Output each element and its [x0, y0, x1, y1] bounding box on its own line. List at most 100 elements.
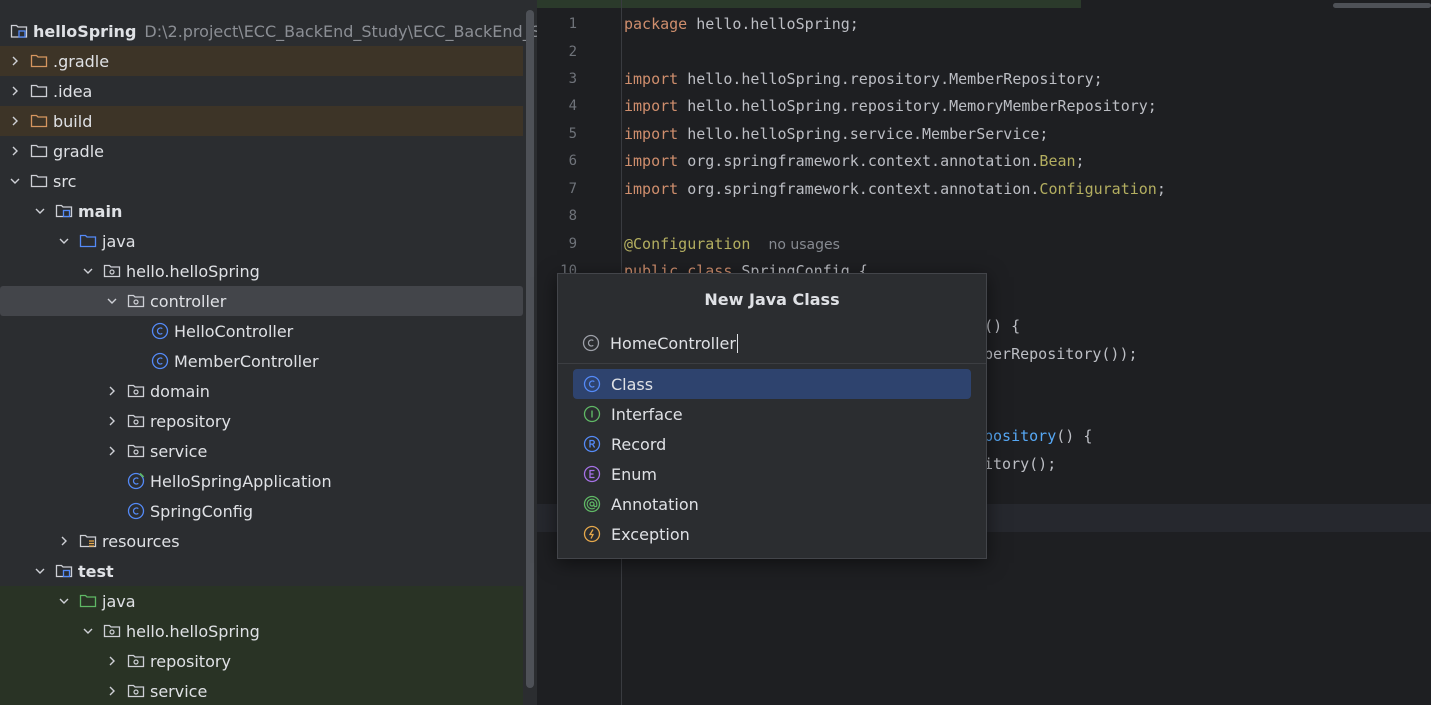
tree-item-idea[interactable]: .idea	[0, 76, 523, 106]
tree-item-label: java	[102, 591, 136, 611]
tree-item-gradle-dot[interactable]: .gradle	[0, 46, 523, 76]
kind-option-label: Annotation	[611, 494, 699, 514]
tree-scrollbar[interactable]	[526, 10, 534, 688]
usage-hint[interactable]: no usages	[769, 237, 840, 253]
tree-item-label: src	[53, 171, 77, 191]
tree-item-springconfig[interactable]: SpringConfig	[0, 496, 523, 526]
tree-item-resources[interactable]: resources	[0, 526, 523, 556]
kind-option-label: Exception	[611, 524, 690, 544]
source-folder-icon	[79, 232, 97, 250]
tree-root-row[interactable]: helloSpring D:\2.project\ECC_BackEnd_Stu…	[0, 16, 537, 46]
kind-option-annotation[interactable]: Annotation	[573, 489, 971, 519]
folder-icon	[30, 82, 48, 100]
chevron-right-icon[interactable]	[8, 144, 22, 158]
code-line-13-fragment[interactable]: berRepository());	[984, 345, 1138, 363]
editor-scrollbar[interactable]	[1333, 3, 1431, 8]
tree-item-label: resources	[102, 531, 180, 551]
class-icon	[151, 352, 169, 370]
kind-option-label: Record	[611, 434, 667, 454]
tree-item-gradle[interactable]: gradle	[0, 136, 523, 166]
tree-item-src[interactable]: src	[0, 166, 523, 196]
line-number: 4	[568, 98, 577, 114]
chevron-down-icon[interactable]	[8, 174, 22, 188]
line-number: 5	[568, 126, 577, 142]
chevron-right-icon[interactable]	[105, 444, 119, 458]
project-tree[interactable]: helloSpring D:\2.project\ECC_BackEnd_Stu…	[0, 0, 537, 705]
tree-item-package-test[interactable]: hello.helloSpring	[0, 616, 523, 646]
tree-item-controller[interactable]: controller	[0, 286, 523, 316]
chevron-right-icon[interactable]	[105, 384, 119, 398]
dialog-title: New Java Class	[704, 290, 840, 309]
class-name-input[interactable]: HomeController	[582, 330, 962, 356]
tree-item-hellocontroller[interactable]: HelloController	[0, 316, 523, 346]
enum-icon	[583, 465, 601, 483]
code-line-1[interactable]: package hello.helloSpring;	[624, 15, 859, 33]
chevron-right-icon[interactable]	[8, 114, 22, 128]
dialog-separator	[558, 363, 986, 364]
record-icon	[583, 435, 601, 453]
chevron-down-icon[interactable]	[105, 294, 119, 308]
tree-item-main-java[interactable]: java	[0, 226, 523, 256]
tree-item-build[interactable]: build	[0, 106, 523, 136]
new-java-class-dialog[interactable]: New Java Class HomeController Class Inte…	[557, 273, 987, 559]
code-line-5[interactable]: import hello.helloSpring.service.MemberS…	[624, 125, 1048, 143]
kind-option-interface[interactable]: Interface	[573, 399, 971, 429]
chevron-down-icon[interactable]	[33, 204, 47, 218]
test-folder-icon	[79, 592, 97, 610]
chevron-right-icon[interactable]	[57, 534, 71, 548]
tree-item-package-main[interactable]: hello.helloSpring	[0, 256, 523, 286]
chevron-down-icon[interactable]	[57, 594, 71, 608]
code-line-16-fragment[interactable]: itory();	[984, 455, 1056, 473]
chevron-down-icon[interactable]	[57, 234, 71, 248]
project-name: helloSpring	[33, 21, 137, 41]
project-folder-icon	[10, 22, 28, 40]
line-number: 6	[568, 153, 577, 169]
tree-item-main[interactable]: main	[0, 196, 523, 226]
tree-item-test-service[interactable]: service	[0, 676, 523, 705]
chevron-right-icon[interactable]	[105, 414, 119, 428]
chevron-right-icon[interactable]	[8, 54, 22, 68]
tree-item-label: MemberController	[174, 351, 319, 371]
tree-item-label: repository	[150, 411, 231, 431]
kind-option-record[interactable]: Record	[573, 429, 971, 459]
kind-option-label: Interface	[611, 404, 683, 424]
code-line-6[interactable]: import org.springframework.context.annot…	[624, 152, 1085, 170]
code-line-7[interactable]: import org.springframework.context.annot…	[624, 180, 1166, 198]
chevron-right-icon[interactable]	[105, 684, 119, 698]
class-icon	[151, 322, 169, 340]
tree-item-domain[interactable]: domain	[0, 376, 523, 406]
code-line-15-fragment[interactable]: pository() {	[984, 427, 1092, 445]
code-line-3[interactable]: import hello.helloSpring.repository.Memb…	[624, 70, 1103, 88]
chevron-down-icon[interactable]	[81, 624, 95, 638]
code-line-4[interactable]: import hello.helloSpring.repository.Memo…	[624, 97, 1157, 115]
kind-option-enum[interactable]: Enum	[573, 459, 971, 489]
kind-option-exception[interactable]: Exception	[573, 519, 971, 549]
editor-top-bar	[537, 0, 1431, 8]
tree-item-service[interactable]: service	[0, 436, 523, 466]
tree-item-label: HelloController	[174, 321, 294, 341]
class-icon	[127, 502, 145, 520]
tree-item-test[interactable]: test	[0, 556, 523, 586]
class-name-value[interactable]: HomeController	[610, 334, 736, 353]
tree-item-label: hello.helloSpring	[126, 261, 260, 281]
chevron-down-icon[interactable]	[33, 564, 47, 578]
tree-item-membercontroller[interactable]: MemberController	[0, 346, 523, 376]
tree-item-label: .gradle	[53, 51, 110, 71]
tree-item-hellospringapplication[interactable]: HelloSpringApplication	[0, 466, 523, 496]
chevron-right-icon[interactable]	[8, 84, 22, 98]
package-icon	[103, 622, 121, 640]
folder-icon	[30, 172, 48, 190]
kind-option-class[interactable]: Class	[573, 369, 971, 399]
tree-item-test-java[interactable]: java	[0, 586, 523, 616]
tree-item-label: HelloSpringApplication	[150, 471, 332, 491]
tree-item-label: domain	[150, 381, 210, 401]
line-number: 1	[568, 16, 577, 32]
tree-item-test-repository[interactable]: repository	[0, 646, 523, 676]
code-line-9[interactable]: @Configuration no usages	[624, 235, 840, 253]
resources-folder-icon	[79, 532, 97, 550]
chevron-right-icon[interactable]	[105, 654, 119, 668]
class-icon	[583, 375, 601, 393]
package-icon	[103, 262, 121, 280]
chevron-down-icon[interactable]	[81, 264, 95, 278]
tree-item-repository[interactable]: repository	[0, 406, 523, 436]
